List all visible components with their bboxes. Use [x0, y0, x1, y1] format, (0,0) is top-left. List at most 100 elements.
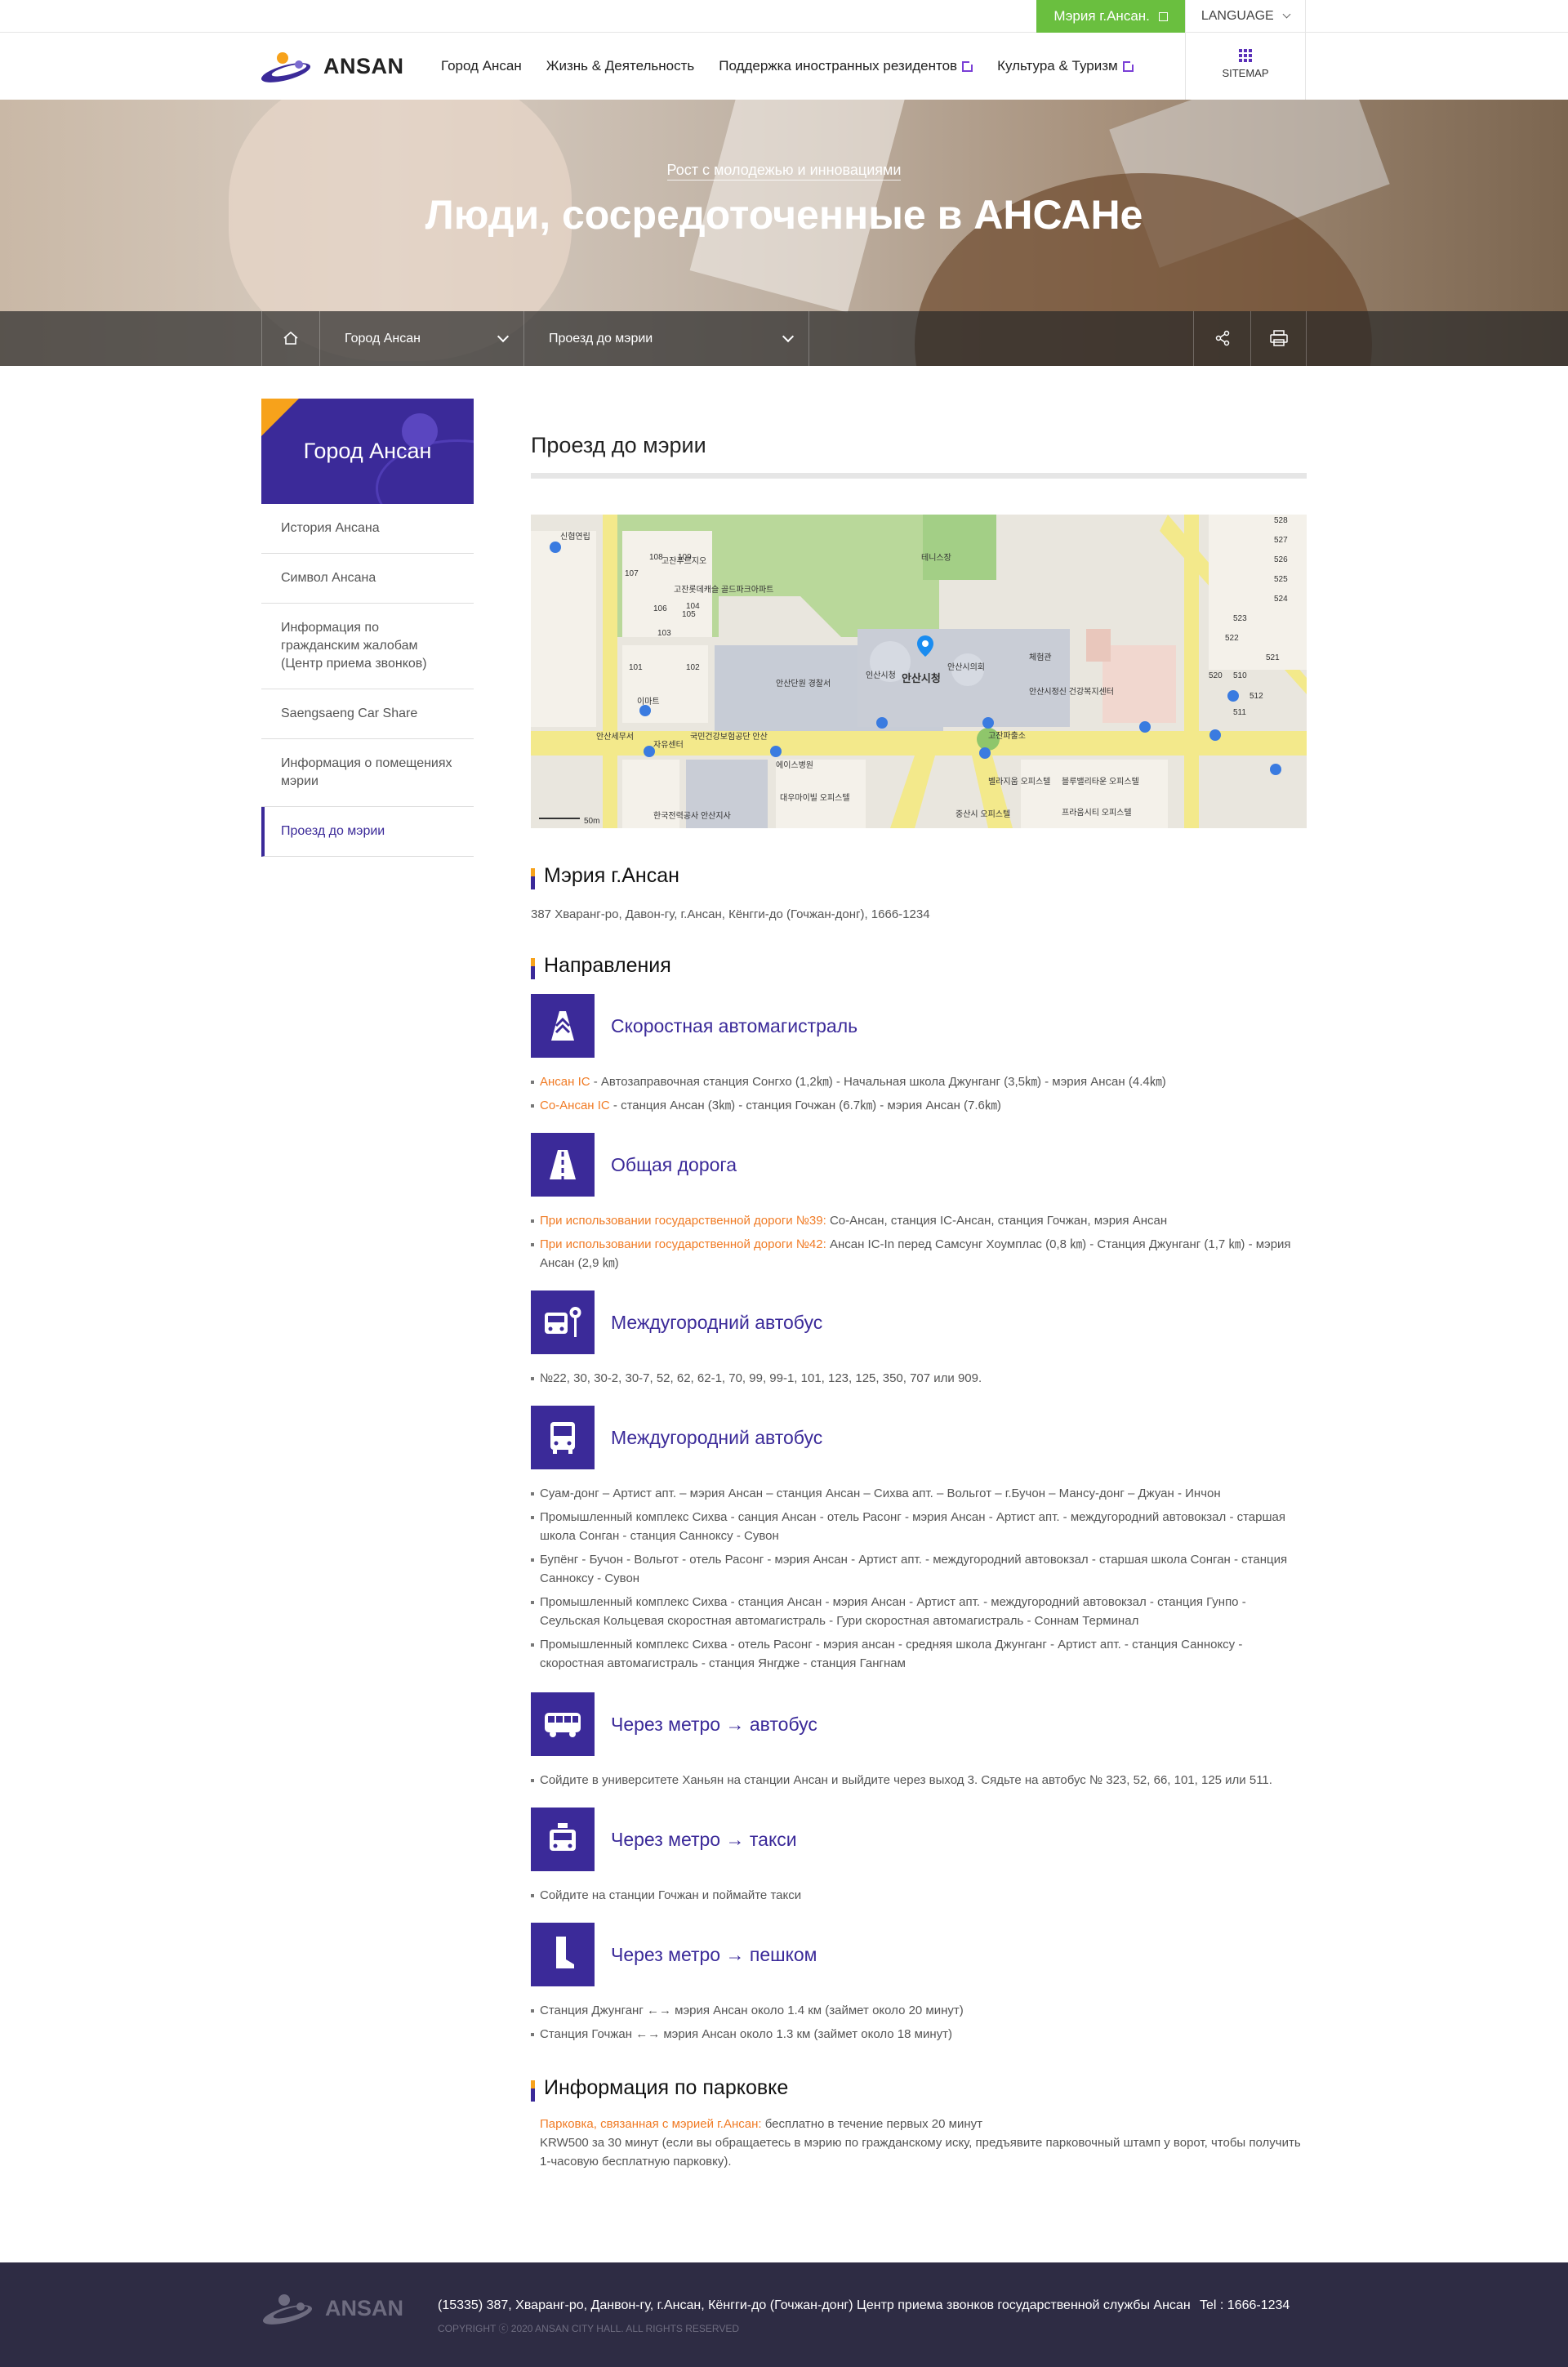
footer-copyright: COPYRIGHT ⓒ 2020 ANSAN CITY HALL. ALL RI…: [438, 2323, 740, 2334]
language-selector[interactable]: LANGUAGE: [1185, 0, 1306, 33]
nav-label: Культура & Туризм: [997, 58, 1118, 74]
ansan-logo-icon: [261, 52, 311, 82]
svg-text:512: 512: [1250, 692, 1263, 701]
logo-text: ANSAN: [323, 53, 404, 78]
svg-text:523: 523: [1233, 614, 1247, 623]
cityhall-link-label: Мэрия г.Ансан.: [1054, 8, 1150, 24]
direction-taxi: Через метро → такси Сойдите на станции Г…: [531, 1808, 1307, 1905]
nav-item-culture[interactable]: Культура & Туризм: [997, 58, 1135, 74]
bus-icon: [531, 1406, 595, 1469]
svg-text:103: 103: [657, 629, 671, 638]
parking-line2: KRW500 за 30 минут (если вы обращаетесь …: [540, 2136, 1301, 2169]
list-item: Станция Гочжан ←→ мэрия Ансан около 1.3 …: [531, 2025, 1307, 2044]
cityhall-site-link[interactable]: Мэрия г.Ансан.: [1036, 0, 1185, 33]
sidebar-item-history[interactable]: История Ансана: [261, 504, 474, 554]
print-icon: [1270, 330, 1288, 346]
mode-title: Через метро → пешком: [611, 1943, 817, 1965]
list-item: Станция Джунганг ←→ мэрия Ансан около 1.…: [531, 2001, 1307, 2020]
sidebar-header: Город Ансан: [261, 399, 474, 504]
mode-title: Междугородний автобус: [611, 1426, 823, 1448]
mode-title: Через метро → такси: [611, 1828, 797, 1850]
svg-text:520: 520: [1209, 671, 1223, 680]
ansan-logo-icon: [262, 2294, 313, 2325]
nav-item-foreign-support[interactable]: Поддержка иностранных резидентов: [719, 58, 975, 74]
breadcrumb-home[interactable]: [261, 311, 319, 366]
svg-text:101: 101: [629, 663, 643, 672]
sitemap-grid-icon: [1239, 49, 1252, 62]
print-button[interactable]: [1250, 311, 1307, 366]
sidebar-item-complaints[interactable]: Информация по гражданским жалобам (Центр…: [261, 604, 474, 689]
mode-title: Междугородний автобус: [611, 1311, 823, 1333]
footer-logo-text: ANSAN: [325, 2295, 404, 2320]
breadcrumb-level2[interactable]: Проезд до мэрии: [523, 311, 809, 366]
svg-text:안산시의회: 안산시의회: [947, 662, 985, 672]
svg-text:527: 527: [1274, 536, 1288, 545]
svg-text:신협연립: 신협연립: [560, 531, 590, 542]
svg-text:이마트: 이마트: [637, 697, 660, 707]
parking-block: Информация по парковке Парковка, связанн…: [531, 2076, 1307, 2171]
external-link-icon: [1158, 12, 1168, 21]
share-icon: [1215, 330, 1230, 346]
direction-walk: Через метро → пешком Станция Джунганг ←→…: [531, 1923, 1307, 2044]
mode-list: Станция Джунганг ←→ мэрия Ансан около 1.…: [531, 2001, 1307, 2044]
mode-list: Сойдите в университете Ханьян на станции…: [531, 1771, 1307, 1790]
home-icon: [283, 331, 298, 345]
nav-label: Город Ансан: [441, 58, 522, 74]
site-footer: ANSAN (15335) 387, Хваранг-ро, Данвон-гу…: [0, 2262, 1568, 2367]
sidebar-item-directions[interactable]: Проезд до мэрии: [261, 807, 474, 857]
sidebar-menu: История Ансана Символ Ансана Информация …: [261, 504, 474, 857]
svg-text:107: 107: [625, 569, 639, 578]
svg-text:510: 510: [1233, 671, 1247, 680]
footer-tel: Tel : 1666-1234: [1200, 2298, 1290, 2312]
location-map[interactable]: 신협연립 고잔푸르지오 고잔롯데캐슬 골드파크아파트 테니스장 안산시청 안산단…: [531, 515, 1307, 828]
svg-text:105: 105: [682, 610, 696, 619]
direction-subway-bus: Через метро → автобус Сойдите в универси…: [531, 1692, 1307, 1790]
sidebar-item-symbol[interactable]: Символ Ансана: [261, 554, 474, 604]
taxi-icon: [531, 1808, 595, 1871]
list-item: №22, 30, 30-2, 30-7, 52, 62, 62-1, 70, 9…: [531, 1369, 1307, 1388]
svg-text:106: 106: [653, 604, 667, 613]
share-button[interactable]: [1193, 311, 1250, 366]
cityhall-heading: Мэрия г.Ансан: [531, 864, 1307, 889]
direction-expressway: Скоростная автомагистраль Ансан IC - Авт…: [531, 994, 1307, 1115]
breadcrumb-level1-label: Город Ансан: [345, 332, 421, 345]
svg-text:블루밸리타운 오피스텔: 블루밸리타운 오피스텔: [1062, 777, 1139, 787]
footer-address: (15335) 387, Хваранг-ро, Данвон-гу, г.Ан…: [438, 2298, 1191, 2312]
list-item: Промышленный комплекс Сихва - санция Анс…: [531, 1508, 1307, 1545]
directions-heading: Направления: [531, 954, 1307, 979]
breadcrumb-level1[interactable]: Город Ансан: [319, 311, 523, 366]
sidebar-item-facilities[interactable]: Информация о помещениях мэрии: [261, 739, 474, 807]
sidebar-item-carshare[interactable]: Saengsaeng Car Share: [261, 689, 474, 739]
language-label: LANGUAGE: [1200, 9, 1274, 23]
list-item: Суам-донг – Артист апт. – мэрия Ансан – …: [531, 1484, 1307, 1503]
list-item: Промышленный комплекс Сихва - станция Ан…: [531, 1593, 1307, 1630]
svg-text:528: 528: [1274, 516, 1288, 525]
svg-text:자유센터: 자유센터: [653, 740, 684, 750]
list-item: При использовании государственной дороги…: [531, 1211, 1307, 1230]
sitemap-label: SITEMAP: [1222, 67, 1269, 79]
svg-text:104: 104: [686, 602, 700, 611]
svg-text:안산단원 경찰서: 안산단원 경찰서: [776, 678, 831, 689]
nav-item-city[interactable]: Город Ансан: [441, 58, 522, 74]
cityhall-block: Мэрия г.Ансан 387 Хваранг-ро, Давон-гу, …: [531, 864, 1307, 921]
breadcrumb: Город Ансан Проезд до мэрии: [0, 311, 1568, 366]
mode-title: Через метро → автобус: [611, 1713, 817, 1735]
chevron-down-icon: [782, 330, 795, 343]
sitemap-button[interactable]: SITEMAP: [1185, 33, 1306, 100]
expressway-icon: [531, 994, 595, 1058]
svg-text:525: 525: [1274, 575, 1288, 584]
list-item: При использовании государственной дороги…: [531, 1235, 1307, 1273]
svg-text:511: 511: [1233, 708, 1246, 717]
list-item: Ансан IC - Автозаправочная станция Сонгх…: [531, 1072, 1307, 1091]
nav-item-life[interactable]: Жизнь & Деятельность: [546, 58, 694, 74]
main-content: Проезд до мэрии 신협연립 고잔푸르지오 고잔롯데캐슬 골드파크아…: [531, 433, 1307, 2171]
site-logo[interactable]: ANSAN: [260, 45, 404, 87]
svg-text:인산시청: 인산시청: [866, 671, 896, 680]
mode-list: Суам-донг – Артист апт. – мэрия Ансан – …: [531, 1484, 1307, 1673]
svg-text:국민건강보험공단 안산: 국민건강보험공단 안산: [690, 732, 768, 742]
mode-list: При использовании государственной дороги…: [531, 1211, 1307, 1273]
chevron-down-icon: [497, 330, 510, 343]
cityhall-address: 387 Хваранг-ро, Давон-гу, г.Ансан, Кёнгг…: [531, 907, 930, 921]
svg-text:안산세무서: 안산세무서: [596, 732, 634, 742]
svg-text:안산시청: 안산시청: [902, 672, 941, 684]
